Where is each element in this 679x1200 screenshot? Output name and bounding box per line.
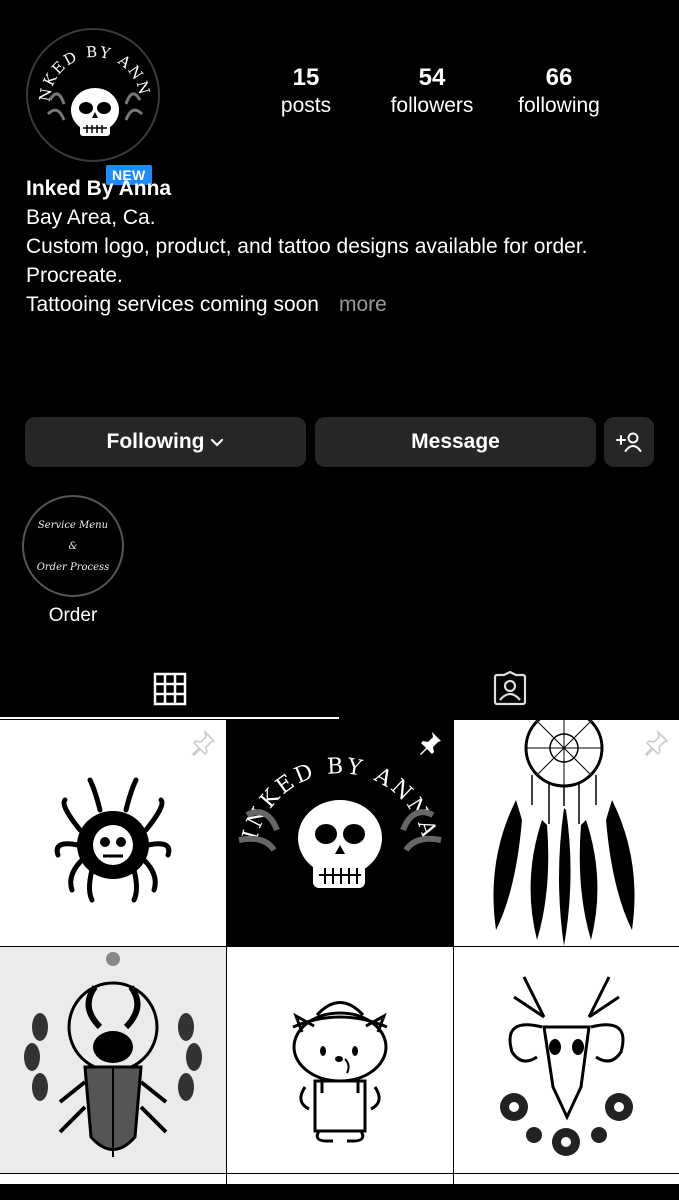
bio-line-text: Tattooing services coming soon xyxy=(26,293,319,316)
stat-followers[interactable]: 54 followers xyxy=(372,64,492,118)
following-count: 66 xyxy=(545,64,573,91)
profile-name: Inked By Anna xyxy=(26,177,172,200)
message-button[interactable]: Message xyxy=(315,417,596,467)
tagged-icon xyxy=(493,671,526,706)
tab-grid[interactable] xyxy=(0,660,339,718)
stat-posts[interactable]: 15 posts xyxy=(246,64,366,118)
highlight-cover-text: & xyxy=(68,540,78,552)
post-tile[interactable] xyxy=(454,947,679,1173)
posts-label: posts xyxy=(280,94,332,117)
profile-actions: Following Message xyxy=(25,417,654,467)
message-button-label: Message xyxy=(411,430,500,453)
bio-line: Custom logo, product, and tattoo designs… xyxy=(26,235,588,258)
profile-bio: Inked By Anna Bay Area, Ca. Custom logo,… xyxy=(26,175,666,319)
following-button-label: Following xyxy=(106,430,205,453)
followers-count: 54 xyxy=(418,64,446,91)
stag-beetle-art xyxy=(24,952,202,1157)
more-link[interactable]: more xyxy=(339,293,387,316)
highlight-label: Order xyxy=(48,605,98,626)
following-button[interactable]: Following xyxy=(25,417,306,467)
add-user-button[interactable] xyxy=(604,417,654,467)
pin-icon xyxy=(191,729,216,757)
ram-skull-art xyxy=(500,976,633,1156)
post-tile[interactable] xyxy=(0,720,226,946)
post-tile[interactable] xyxy=(227,947,453,1173)
tab-tagged[interactable] xyxy=(340,660,679,718)
bio-line: Procreate. xyxy=(26,264,123,287)
following-label: following xyxy=(518,94,600,117)
followers-label: followers xyxy=(390,94,474,117)
posts-count: 15 xyxy=(292,64,320,91)
highlight-cover: Service Menu & Order Process xyxy=(22,495,124,597)
highlight-cover-text: Service Menu xyxy=(37,519,109,531)
bio-line-last: Tattooing services coming soon more xyxy=(26,290,666,319)
bottom-edge xyxy=(0,1184,679,1200)
profile-tabs xyxy=(0,660,679,720)
pin-icon xyxy=(644,729,669,757)
pin-icon xyxy=(420,732,441,755)
highlight-cover-text: Order Process xyxy=(36,561,110,573)
post-tile[interactable] xyxy=(0,947,226,1173)
posts-grid: INKED BY ANNA xyxy=(0,720,679,1200)
profile-stats: 15 posts 54 followers 66 following xyxy=(0,64,679,134)
active-tab-indicator xyxy=(0,717,339,719)
post-tile[interactable] xyxy=(454,720,679,946)
highlight-order[interactable]: Service Menu & Order Process Order xyxy=(22,495,124,627)
bio-line: Bay Area, Ca. xyxy=(26,206,156,229)
grid-icon xyxy=(153,672,186,706)
stat-following[interactable]: 66 following xyxy=(499,64,619,118)
kitty-cowboy-art xyxy=(292,1001,388,1143)
post-tile[interactable]: INKED BY ANNA xyxy=(227,720,453,946)
chevron-down-icon xyxy=(210,430,224,454)
add-user-icon xyxy=(616,432,642,452)
